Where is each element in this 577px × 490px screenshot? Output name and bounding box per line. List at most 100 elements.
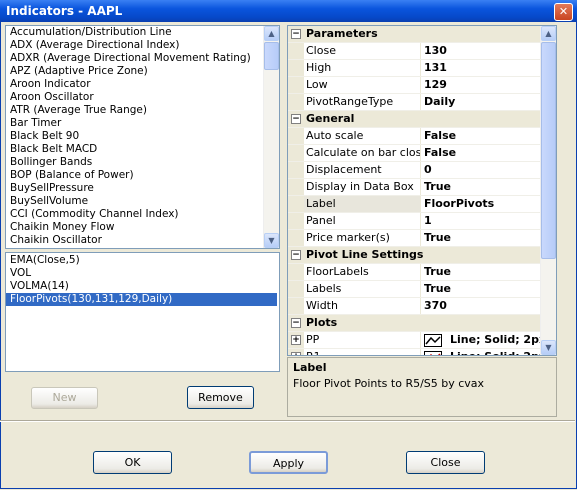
expand-icon[interactable]: +	[291, 352, 301, 355]
scroll-thumb[interactable]	[541, 42, 556, 259]
row-gutter	[288, 298, 304, 314]
property-name: Display in Data Box	[304, 179, 421, 195]
property-value[interactable]: 0	[420, 162, 544, 178]
property-value[interactable]: True	[420, 179, 544, 195]
property-name: Calculate on bar close	[306, 145, 421, 161]
property-value[interactable]: Line; Solid; 2px	[420, 349, 544, 355]
available-indicator-item[interactable]: Accumulation/Distribution Line	[6, 26, 262, 39]
property-description-panel: Label Floor Pivot Points to R5/S5 by cva…	[287, 357, 557, 417]
ok-button[interactable]: OK	[93, 451, 172, 474]
category-label: General	[306, 112, 355, 125]
available-indicator-item[interactable]: Chaikin Oscillator	[6, 234, 262, 247]
property-value[interactable]: 370	[420, 298, 544, 314]
available-indicator-item[interactable]: BuySellVolume	[6, 195, 262, 208]
property-name: High	[304, 60, 421, 76]
available-indicator-item[interactable]: ATR (Average True Range)	[6, 104, 262, 117]
plot-line-icon	[424, 333, 442, 347]
property-value[interactable]: True	[420, 281, 544, 297]
available-indicator-item[interactable]: BOP (Balance of Power)	[6, 169, 262, 182]
property-value[interactable]: True	[420, 264, 544, 280]
property-value[interactable]: Line; Solid; 2px	[420, 332, 544, 348]
row-gutter	[288, 94, 304, 110]
available-list-scrollbar[interactable]: ▲ ▼	[263, 26, 279, 248]
property-row[interactable]: High 131	[288, 60, 541, 77]
property-row[interactable]: Auto scale False	[288, 128, 541, 145]
property-value[interactable]: 130	[420, 43, 544, 59]
property-name: PivotRangeType	[304, 94, 421, 110]
category-label: Pivot Line Settings	[306, 248, 424, 261]
property-row[interactable]: + PP Line; Solid; 2px	[288, 332, 544, 349]
title-bar: Indicators - AAPL ✕	[0, 0, 577, 22]
remove-button[interactable]: Remove	[187, 386, 254, 409]
property-name: Displacement	[304, 162, 421, 178]
property-row[interactable]: Display in Data Box True	[288, 179, 541, 196]
scroll-up-button[interactable]: ▲	[541, 26, 556, 41]
property-value[interactable]: False	[420, 145, 544, 161]
property-grid[interactable]: − Parameters Close 130 High 131 Low 129 PivotRan…	[287, 25, 557, 356]
collapse-icon[interactable]: −	[291, 29, 301, 39]
property-value[interactable]: 129	[420, 77, 544, 93]
row-gutter	[288, 179, 304, 195]
row-gutter	[288, 196, 304, 212]
property-row[interactable]: Label FloorPivots	[288, 196, 541, 213]
available-indicator-item[interactable]: Black Belt 90	[6, 130, 262, 143]
applied-indicator-item[interactable]: EMA(Close,5)	[6, 254, 277, 267]
applied-indicator-item[interactable]: VOLMA(14)	[6, 280, 277, 293]
property-row[interactable]: Price marker(s) True	[288, 230, 541, 247]
property-value[interactable]: 1	[420, 213, 544, 229]
property-row[interactable]: FloorLabels True	[288, 264, 541, 281]
available-indicator-item[interactable]: Bollinger Bands	[6, 156, 262, 169]
property-name: R1	[304, 349, 421, 355]
category-parameters[interactable]: − Parameters	[288, 26, 541, 43]
collapse-icon[interactable]: −	[291, 318, 301, 328]
property-value[interactable]: 131	[420, 60, 544, 76]
property-value[interactable]: True	[420, 230, 544, 246]
expand-icon[interactable]: +	[291, 335, 301, 345]
available-indicator-item[interactable]: Bar Timer	[6, 117, 262, 130]
applied-indicator-item[interactable]: FloorPivots(130,131,129,Daily)	[6, 293, 277, 306]
collapse-icon[interactable]: −	[291, 250, 301, 260]
category-plots[interactable]: − Plots	[288, 315, 541, 332]
property-value[interactable]: FloorPivots	[420, 196, 544, 212]
scroll-down-button[interactable]: ▼	[264, 233, 279, 248]
available-indicator-item[interactable]: Aroon Indicator	[6, 78, 262, 91]
property-row[interactable]: Labels True	[288, 281, 541, 298]
property-row[interactable]: Calculate on bar close False	[288, 145, 541, 162]
available-indicator-item[interactable]: ADX (Average Directional Index)	[6, 39, 262, 52]
property-row[interactable]: Close 130	[288, 43, 541, 60]
close-button[interactable]: Close	[406, 451, 485, 474]
new-button[interactable]: New	[31, 387, 98, 409]
property-value[interactable]: False	[420, 128, 544, 144]
description-text: Floor Pivot Points to R5/S5 by cvax	[293, 377, 485, 390]
property-row[interactable]: Displacement 0	[288, 162, 541, 179]
category-pivot[interactable]: − Pivot Line Settings	[288, 247, 541, 264]
available-indicator-item[interactable]: BuySellPressure	[6, 182, 262, 195]
close-window-button[interactable]: ✕	[554, 3, 573, 21]
property-name: FloorLabels	[304, 264, 421, 280]
available-indicator-item[interactable]: APZ (Adaptive Price Zone)	[6, 65, 262, 78]
property-row[interactable]: PivotRangeType Daily	[288, 94, 541, 111]
category-general[interactable]: − General	[288, 111, 541, 128]
scroll-up-button[interactable]: ▲	[264, 26, 279, 41]
applied-indicators-list[interactable]: EMA(Close,5) VOL VOLMA(14) FloorPivots(130,…	[5, 252, 280, 372]
divider	[0, 420, 575, 422]
available-indicator-item[interactable]: Black Belt MACD	[6, 143, 262, 156]
collapse-icon[interactable]: −	[291, 114, 301, 124]
row-gutter	[288, 43, 304, 59]
scroll-thumb[interactable]	[264, 42, 279, 70]
property-row[interactable]: +R1 Line; Solid; 2px	[288, 349, 544, 355]
property-row[interactable]: Low 129	[288, 77, 541, 94]
applied-indicator-item[interactable]: VOL	[6, 267, 277, 280]
available-indicator-item[interactable]: Aroon Oscillator	[6, 91, 262, 104]
property-row[interactable]: Width 370	[288, 298, 541, 315]
available-indicators-list[interactable]: Accumulation/Distribution Line ADX (Avera…	[5, 25, 280, 249]
available-indicator-item[interactable]: CCI (Commodity Channel Index)	[6, 208, 262, 221]
property-name: Labels	[304, 281, 421, 297]
available-indicator-item[interactable]: ADXR (Average Directional Movement Ratin…	[6, 52, 262, 65]
apply-button[interactable]: Apply	[249, 451, 328, 474]
scroll-down-button[interactable]: ▼	[541, 340, 556, 355]
property-value[interactable]: Daily	[420, 94, 544, 110]
property-grid-scrollbar[interactable]: ▲ ▼	[540, 26, 556, 355]
available-indicator-item[interactable]: Chaikin Money Flow	[6, 221, 262, 234]
property-row[interactable]: Panel 1	[288, 213, 541, 230]
